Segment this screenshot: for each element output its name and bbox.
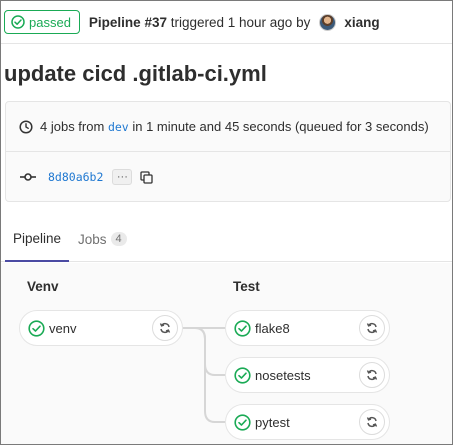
- stage-title-test: Test: [233, 279, 260, 294]
- duration-text: in 1 minute and 45 seconds (queued for 3…: [132, 119, 429, 134]
- pipeline-page: passed Pipeline #37 triggered 1 hour ago…: [0, 0, 453, 445]
- jobs-count-badge: 4: [110, 232, 127, 246]
- tab-pipeline-label: Pipeline: [13, 230, 62, 246]
- stage-title-venv: Venv: [27, 279, 59, 294]
- tab-jobs[interactable]: Jobs 4: [71, 216, 134, 262]
- commit-title: update cicd .gitlab-ci.yml: [4, 61, 267, 86]
- clock-icon: [19, 119, 33, 134]
- pipeline-summary: 4 jobs from dev in 1 minute and 45 secon…: [6, 102, 450, 152]
- job-flake8[interactable]: flake8: [225, 310, 390, 346]
- commit-row: 8d80a6b2 ···: [6, 153, 450, 201]
- check-circle-icon: [11, 15, 25, 29]
- check-circle-icon: [234, 366, 251, 384]
- retry-icon: [366, 369, 378, 381]
- job-pytest[interactable]: pytest: [225, 404, 390, 440]
- check-circle-icon: [234, 319, 251, 337]
- pipeline-graph: Venv Test venv flake8 nosetests pytest: [1, 263, 452, 444]
- branch-link[interactable]: dev: [108, 120, 129, 134]
- retry-icon: [159, 322, 171, 334]
- pipeline-tabs: Pipeline Jobs 4: [1, 216, 452, 262]
- job-name: venv: [49, 320, 77, 336]
- status-label: passed: [29, 14, 71, 30]
- tab-pipeline[interactable]: Pipeline: [5, 216, 70, 262]
- avatar[interactable]: [319, 13, 337, 31]
- jobs-count-text: 4 jobs from: [40, 119, 105, 134]
- check-circle-icon: [234, 413, 251, 431]
- retry-button[interactable]: [359, 409, 385, 435]
- retry-button[interactable]: [359, 315, 385, 341]
- job-venv[interactable]: venv: [19, 310, 183, 346]
- commit-icon: [20, 173, 36, 181]
- expand-commit-button[interactable]: ···: [112, 169, 133, 185]
- retry-icon: [366, 322, 378, 334]
- retry-button[interactable]: [152, 315, 178, 341]
- check-circle-icon: [28, 319, 45, 337]
- copy-sha-button[interactable]: [140, 170, 154, 184]
- retry-button[interactable]: [359, 362, 385, 388]
- retry-icon: [366, 416, 378, 428]
- copy-icon: [140, 170, 154, 184]
- status-badge[interactable]: passed: [4, 10, 80, 34]
- pipeline-id: Pipeline #37: [88, 14, 167, 30]
- job-name: flake8: [255, 320, 290, 336]
- commit-sha-link[interactable]: 8d80a6b2: [48, 170, 103, 184]
- header-text: Pipeline #37 triggered 1 hour ago by xian…: [88, 13, 380, 31]
- pipeline-info-box: 4 jobs from dev in 1 minute and 45 secon…: [5, 101, 451, 202]
- job-name: nosetests: [255, 367, 311, 383]
- pipeline-header: passed Pipeline #37 triggered 1 hour ago…: [1, 1, 452, 44]
- job-name: pytest: [255, 414, 290, 430]
- author-name[interactable]: xiang: [344, 15, 379, 30]
- tab-jobs-label: Jobs: [78, 231, 107, 247]
- triggered-text: triggered 1 hour ago by: [170, 14, 311, 30]
- job-nosetests[interactable]: nosetests: [225, 357, 390, 393]
